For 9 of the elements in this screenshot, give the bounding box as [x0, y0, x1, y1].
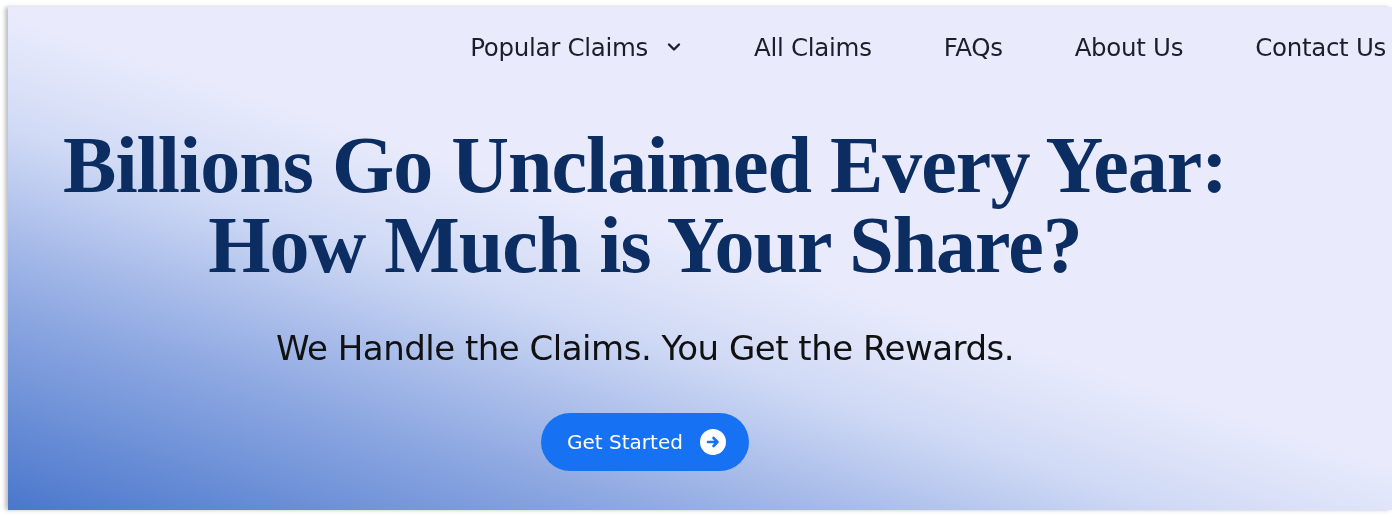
get-started-button[interactable]: Get Started — [541, 413, 749, 471]
nav-link[interactable]: All Claims — [754, 32, 872, 62]
nav-link[interactable]: FAQs — [943, 32, 1003, 62]
hero-heading: Billions Go Unclaimed Every Year: How Much is Your Share? — [63, 125, 1227, 285]
arrow-right-icon — [698, 428, 727, 456]
nav-link[interactable]: About Us — [1074, 32, 1184, 62]
nav-link[interactable]: Contact Us — [1255, 32, 1386, 62]
nav-link[interactable]: Popular Claims — [470, 32, 683, 62]
hero-subtitle: We Handle the Claims. You Get the Rewards. — [275, 328, 1015, 368]
